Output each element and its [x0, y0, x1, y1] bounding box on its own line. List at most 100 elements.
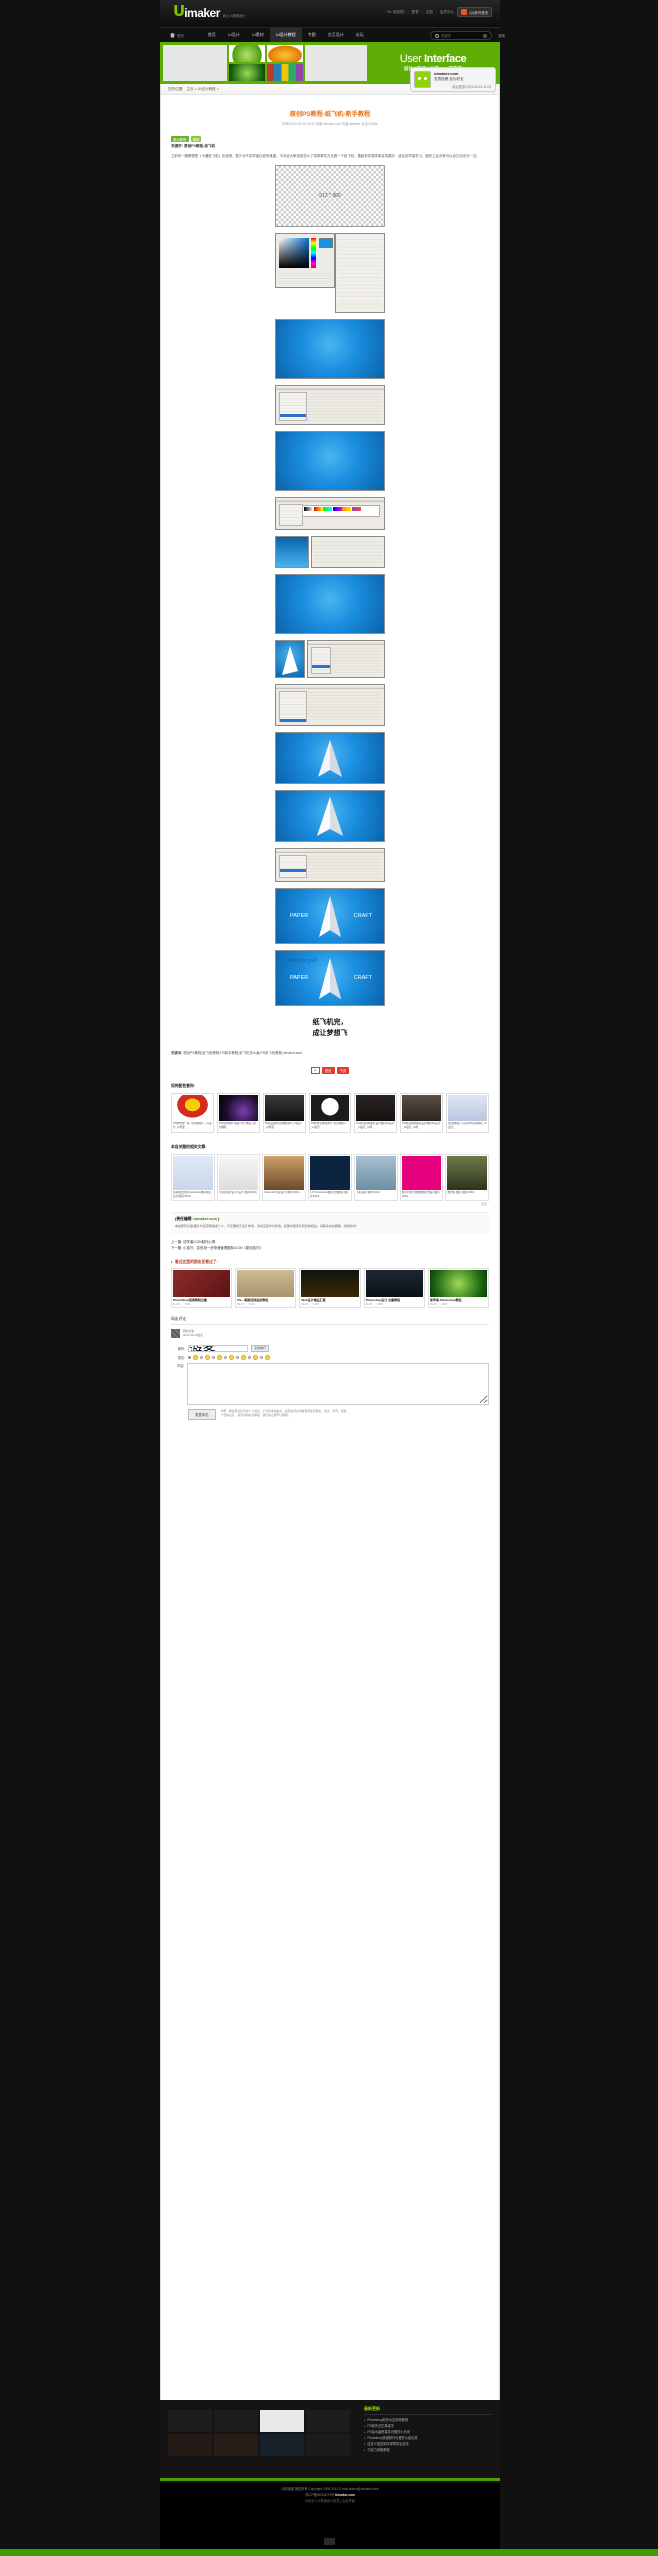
responsible-site[interactable]: uimaker.com	[194, 1217, 217, 1221]
search-box[interactable]: 搜索	[430, 31, 505, 40]
list-item[interactable]: Photoshop设计 合集教程 01-08 3895	[363, 1267, 425, 1308]
emoticon-radio[interactable]	[248, 1355, 251, 1359]
dialog-left-panel[interactable]	[279, 504, 303, 527]
member-center-link[interactable]: 会员中心	[440, 10, 454, 15]
nav-item-5[interactable]: 交互设计	[322, 28, 350, 42]
footer-thumb[interactable]	[168, 2410, 212, 2432]
emoticon-radio[interactable]	[236, 1355, 239, 1359]
dialog-selected-style[interactable]	[280, 869, 306, 873]
footer-thumb[interactable]	[306, 2434, 350, 2456]
login-link[interactable]: 登录	[412, 10, 419, 15]
submit-comment-button[interactable]: 发表评论	[188, 1408, 216, 1420]
dialog-selected-style[interactable]	[280, 719, 306, 723]
list-item[interactable]: Web设计精品汇聚 03-09 4497	[299, 1267, 361, 1308]
banner-thumb-pepper[interactable]	[267, 45, 303, 62]
list-item[interactable]: PS原创圆角图标设计教程#ui设计_UI设计_UI界	[354, 1092, 398, 1133]
footer-thumb[interactable]	[168, 2434, 212, 2456]
rank-button[interactable]: 点击排行	[251, 1344, 270, 1352]
pager-next-button[interactable]: 下页	[336, 1066, 350, 1074]
nickname-input[interactable]	[188, 1344, 248, 1352]
layer-context-menu[interactable]	[335, 233, 385, 314]
smiley-icon[interactable]	[265, 1354, 270, 1360]
search-button[interactable]: 搜索	[498, 33, 505, 38]
nav-item-3-active[interactable]: UI设计教程	[269, 28, 302, 46]
smiley-icon[interactable]	[217, 1354, 222, 1360]
keyword-list[interactable]: 原创PS教程,纸飞机教程,PS新手教程,纸飞机怎么画,PS纸飞机教程,uimak…	[183, 1051, 302, 1055]
list-item[interactable]: 各种视觉国外photoshop教程网页设计(图片6404)	[171, 1153, 215, 1201]
smiley-icon[interactable]	[193, 1354, 198, 1360]
nav-item-6[interactable]: 论坛	[350, 28, 370, 42]
list-item[interactable]: 手机界面界面 UI 设计 (图片6404)	[216, 1153, 261, 1201]
nav-item-4[interactable]: 专题	[302, 28, 322, 42]
emoticon-radio[interactable]	[188, 1355, 191, 1359]
color-field[interactable]	[279, 238, 309, 269]
prev-label: 上一篇:	[171, 1239, 183, 1244]
nav-item-2[interactable]: UI素材	[246, 28, 270, 42]
list-item[interactable]: PS—笔刷选择鼠绘教程 09-27 5749	[235, 1267, 297, 1308]
nav-home-shortcut[interactable]: 首页	[170, 32, 184, 38]
list-item[interactable]: 青苹果·Photoshop教程 03-26 1900	[427, 1267, 490, 1308]
list-item[interactable]: PS简单制作<暗夜>文字教程 | 原创教程	[216, 1092, 260, 1133]
site-logo[interactable]: U imaker 网上UI界面设计	[173, 4, 245, 20]
list-item[interactable]: 飞机海战 (图片6404)	[353, 1153, 398, 1201]
banner-thumb-apple[interactable]	[229, 64, 265, 81]
dialog-selected-style[interactable]	[312, 665, 331, 669]
tag-original[interactable]: 原创教程	[171, 136, 189, 142]
search-clear-icon[interactable]	[483, 33, 487, 38]
footer-thumb-highlight[interactable]	[260, 2410, 304, 2432]
breadcrumb-path[interactable]: 主页 > UI设计教程 >	[186, 87, 218, 92]
footer-thumb[interactable]	[260, 2434, 304, 2456]
footer-bottom-links[interactable]: UI设计 | UI界面设计会员 | 后台界面	[160, 2498, 500, 2504]
hue-slider[interactable]	[311, 238, 316, 269]
emoticon-radio[interactable]	[200, 1355, 203, 1359]
nav-item-0[interactable]: 首页	[202, 28, 222, 42]
dialog-style-list[interactable]	[311, 647, 331, 675]
list-item[interactable]: 巧克力风格教程	[364, 2448, 492, 2454]
emoticon-radio[interactable]	[224, 1355, 227, 1359]
list-item[interactable]: 数位板 摄影 (图片6404)	[445, 1153, 490, 1201]
banner-thumb-dumplings[interactable]	[229, 45, 265, 62]
menu-items[interactable]	[338, 236, 382, 311]
smiley-icon[interactable]	[253, 1354, 258, 1360]
list-item[interactable]: 13个photoshop图标合成教程 (图片6404)	[308, 1153, 352, 1201]
dialog-selected-style[interactable]	[280, 414, 306, 418]
tag-recommended[interactable]: 推荐	[190, 136, 202, 142]
user-card-actions[interactable]: 发表投稿 加为好友	[434, 77, 464, 82]
list-item[interactable]: (原创教程) 小火机PS简易教程_UI设计_	[446, 1092, 490, 1133]
nav-item-1[interactable]: UI设计	[222, 28, 246, 42]
banner-thumb-colorgrid[interactable]	[267, 64, 303, 81]
register-link[interactable]: 注册	[426, 10, 433, 15]
emoticon-picker[interactable]	[188, 1354, 270, 1360]
footer-thumb[interactable]	[306, 2410, 350, 2432]
smiley-icon[interactable]	[205, 1354, 210, 1360]
prev-article-link[interactable]: 初学者ICON制作心得	[183, 1240, 215, 1244]
notice-line-2: 广告等信息，请及时向站长举报，我们将立即予以删除。	[220, 1413, 291, 1418]
next-article-link[interactable]: 小技巧：变形用一步快速管理图标ICON《原创技巧》	[183, 1246, 263, 1250]
list-item[interactable]: PS原创圆角合成教程#ui_UI设计_UI界面	[262, 1092, 306, 1133]
list-item[interactable]: PS原创圆角图标设计教程#ui设计_UI设计_UI界	[400, 1092, 444, 1133]
footer-thumb[interactable]	[214, 2434, 258, 2456]
topic-more-link[interactable]: 更多	[161, 1201, 499, 1206]
back-to-top-button[interactable]	[324, 2538, 335, 2545]
footer-thumb[interactable]	[214, 2410, 258, 2432]
site-name[interactable]: Uimaker.com	[335, 2493, 355, 2497]
dialog-style-list[interactable]	[279, 691, 308, 723]
qq-login-button[interactable]: QQ帐号登录	[457, 7, 492, 17]
list-item[interactable]: 推荐20款合成精致视觉作品 (图片6404)	[399, 1153, 444, 1201]
page-input[interactable]	[310, 1066, 320, 1074]
pager-first-button[interactable]: 首页	[321, 1066, 335, 1074]
gradient-presets[interactable]	[302, 505, 380, 518]
search-input[interactable]	[441, 33, 481, 38]
smiley-icon[interactable]	[229, 1354, 234, 1360]
list-item[interactable]: PhotoShop经典教程合集 11-05 7100	[171, 1267, 233, 1308]
list-item[interactable]: PS制作立体闹钟导 | 原创教程》_UI设计	[308, 1092, 352, 1133]
dialog-style-list[interactable]	[279, 855, 308, 879]
smiley-icon[interactable]	[241, 1354, 246, 1360]
comment-textarea[interactable]	[187, 1362, 489, 1405]
list-item[interactable]: PS制作热气球《原创教程》_UI设计_UI界面	[171, 1092, 214, 1133]
emoticon-radio[interactable]	[212, 1355, 215, 1359]
banner-text-block: User Interface 设计 / 交流 / 分享 ▸ UI制造者 uima…	[368, 44, 498, 92]
emoticon-radio[interactable]	[260, 1355, 263, 1359]
list-item[interactable]: Dave Hill 创意设计 (图片6404)	[262, 1153, 307, 1201]
thumb-caption: 数位板 摄影 (图片6404)	[447, 1190, 475, 1194]
